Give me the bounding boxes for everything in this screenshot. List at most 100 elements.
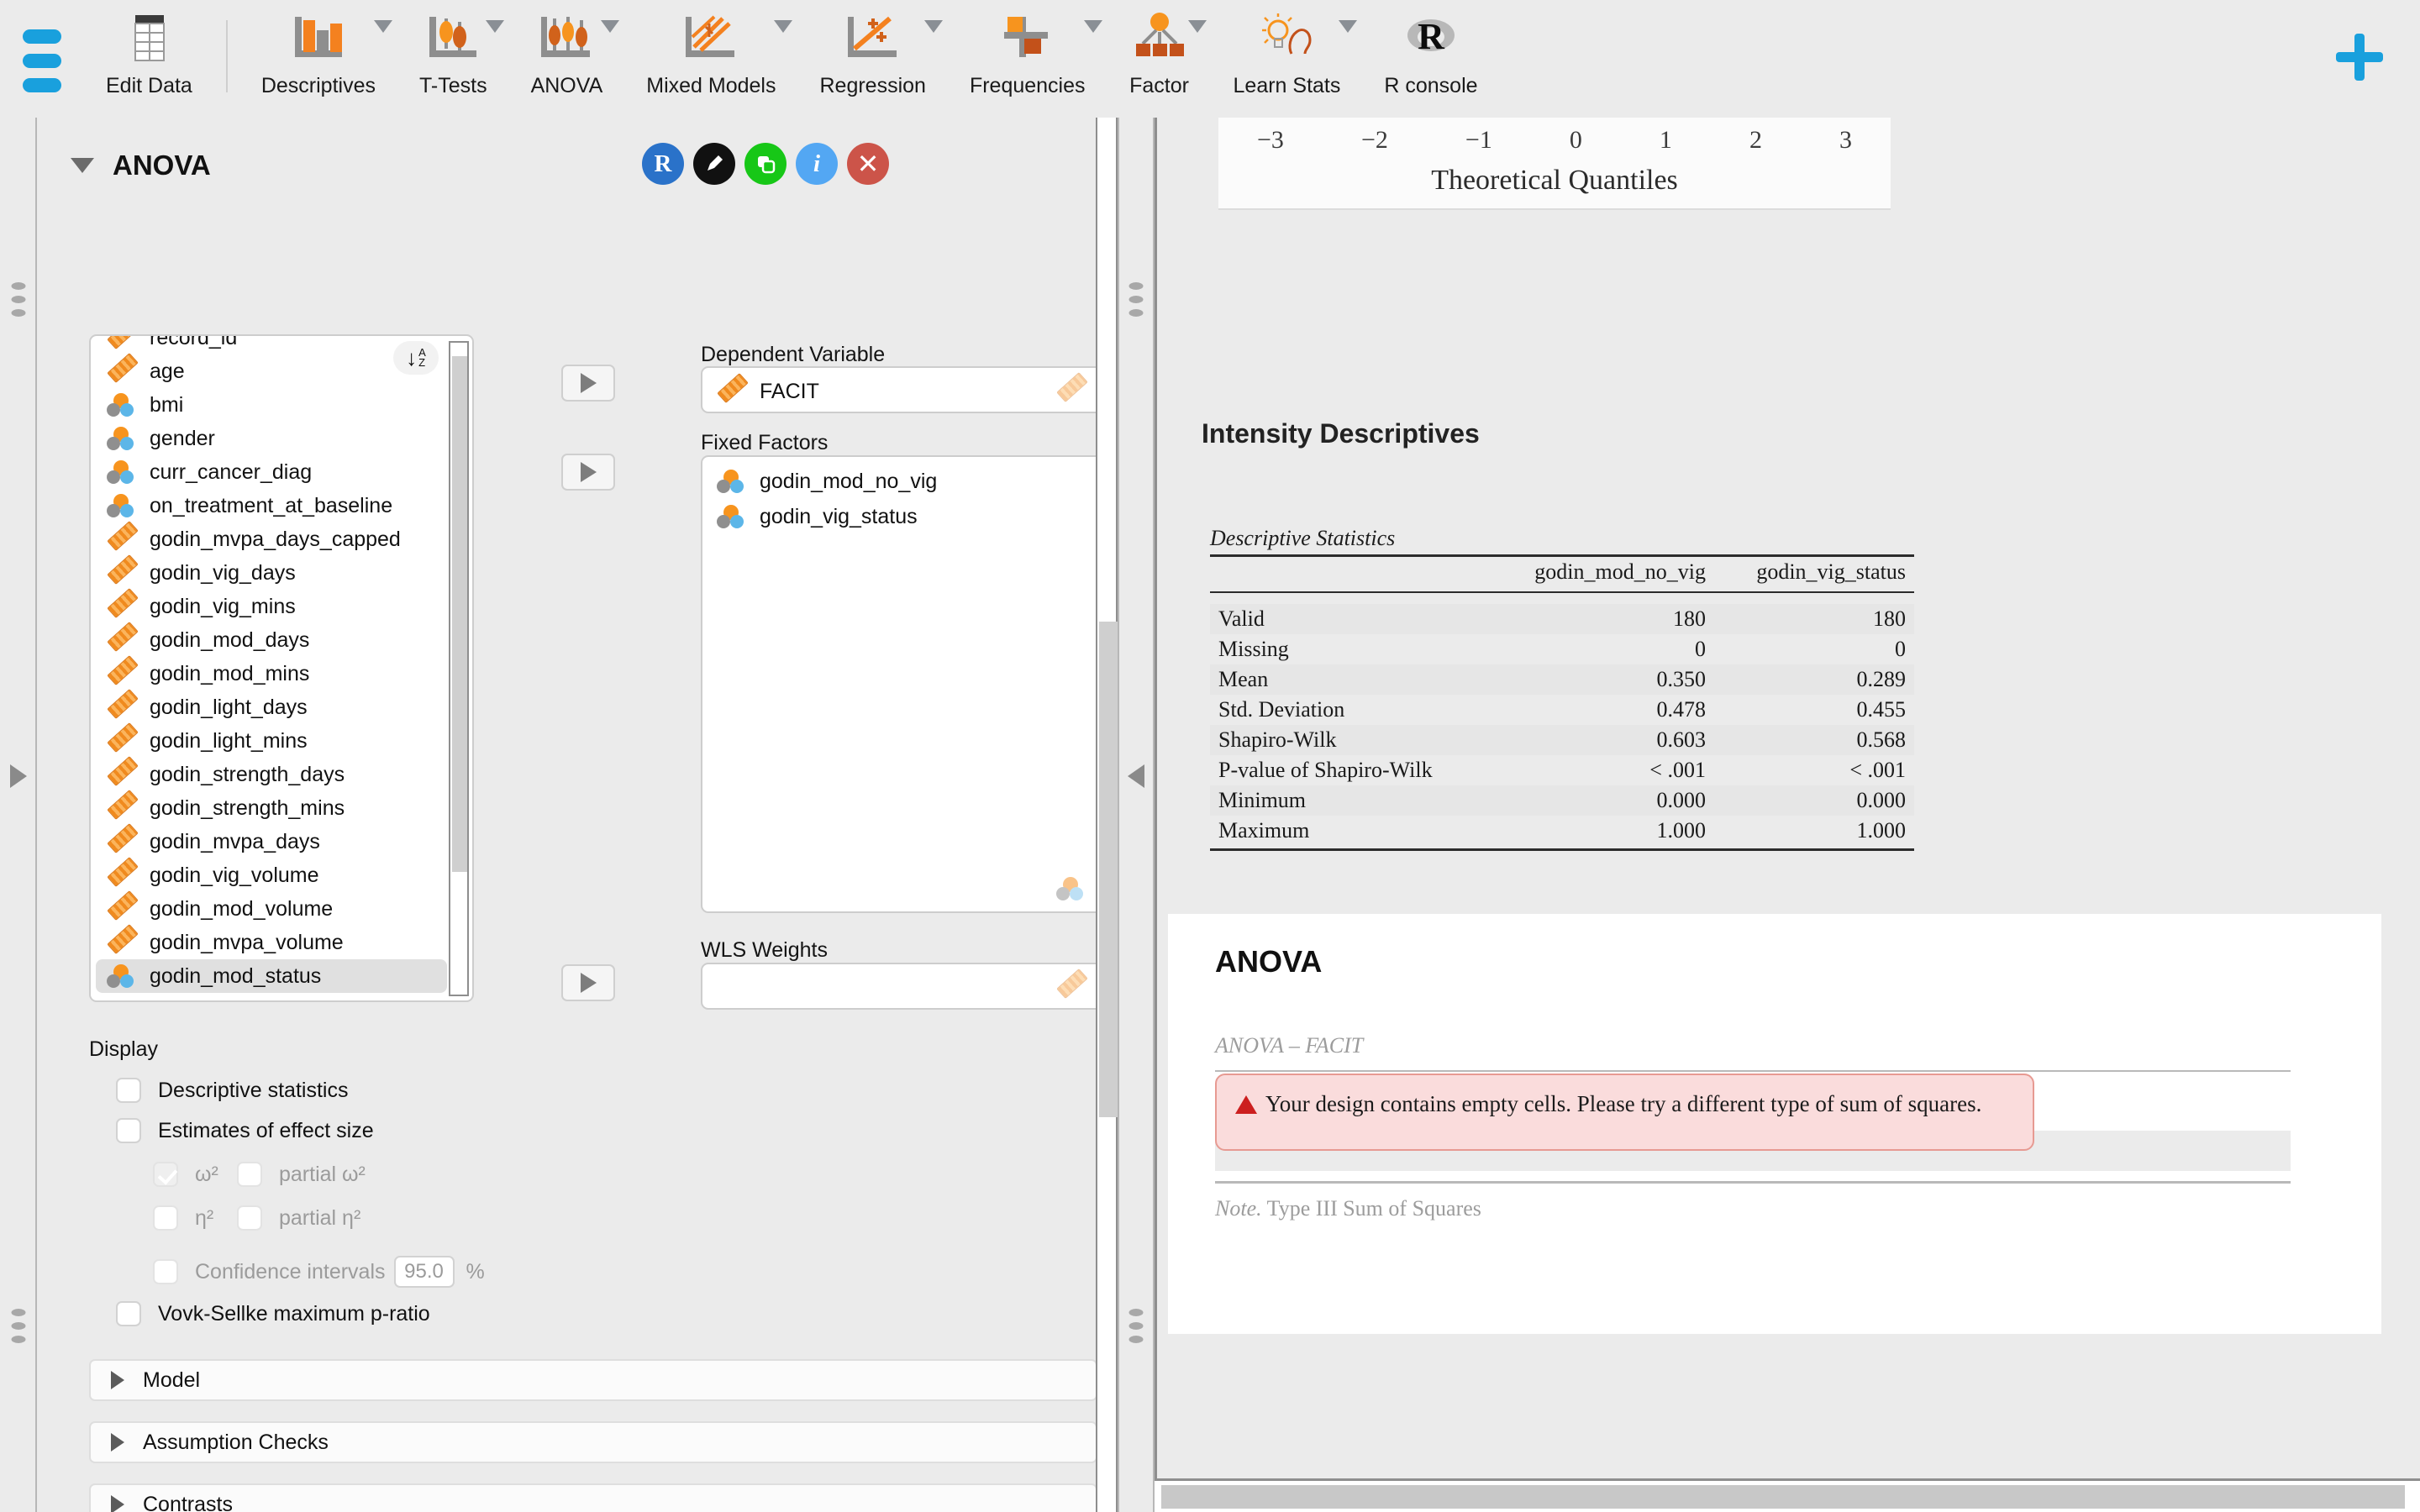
ribbon-item-mixed-models[interactable]: Mixed Models: [624, 0, 797, 118]
checkbox-box[interactable]: [153, 1259, 178, 1284]
ribbon-item-descriptives[interactable]: Descriptives: [239, 0, 397, 118]
scrollbar-thumb[interactable]: [1099, 622, 1118, 1117]
assign-dependent-variable-button[interactable]: [561, 365, 615, 402]
options-panel-scrollbar[interactable]: [1096, 118, 1118, 1512]
checkbox-box[interactable]: [116, 1301, 141, 1326]
chevron-down-icon[interactable]: [1187, 20, 1207, 33]
ribbon-item-edit-data[interactable]: Edit Data: [84, 0, 214, 118]
cell-value: 0.000: [1856, 788, 1907, 812]
checkbox-box[interactable]: [237, 1162, 262, 1187]
dependent-variable-dropzone[interactable]: FACIT: [701, 366, 1113, 413]
list-item[interactable]: on_treatment_at_baseline: [91, 489, 452, 522]
checkbox-box[interactable]: [237, 1205, 262, 1231]
column-header: godin_vig_status: [1756, 559, 1906, 584]
checkbox-box[interactable]: [116, 1118, 141, 1143]
section-contrasts[interactable]: Contrasts: [89, 1483, 1097, 1512]
chevron-down-icon[interactable]: [485, 20, 504, 33]
ribbon-item-regression[interactable]: Regression: [797, 0, 947, 118]
variable-label: curr_cancer_diag: [150, 459, 313, 484]
ribbon-item-factor[interactable]: Factor: [1107, 0, 1212, 118]
confidence-level-input[interactable]: 95.0: [393, 1256, 455, 1288]
list-item[interactable]: godin_vig_mins: [91, 590, 452, 623]
info-button[interactable]: i: [796, 143, 838, 185]
list-item[interactable]: bmi: [91, 388, 452, 422]
chevron-down-icon[interactable]: [1083, 20, 1102, 33]
checkbox-omega-squared[interactable]: ω²: [153, 1162, 218, 1187]
assigned-variable[interactable]: FACIT: [714, 379, 819, 404]
display-section-label: Display: [89, 1037, 158, 1061]
list-item[interactable]: godin_light_mins: [91, 724, 452, 758]
sort-variables-button[interactable]: ↓ A Z: [393, 341, 439, 375]
variable-label: godin_mod_volume: [150, 896, 334, 921]
chevron-down-icon[interactable]: [923, 20, 943, 33]
results-panel-splitter[interactable]: [1118, 118, 1155, 1512]
list-item[interactable]: godin_strength_days: [91, 758, 452, 791]
expand-right-icon[interactable]: [10, 764, 27, 788]
left-panel-splitter[interactable]: [0, 118, 37, 1512]
available-variables-list[interactable]: record_id age bmi gender curr_cancer_dia…: [89, 334, 474, 1002]
list-item[interactable]: godin_mod_volume: [91, 892, 452, 926]
collapse-triangle-icon[interactable]: [71, 158, 94, 173]
list-item[interactable]: godin_mod_days: [91, 623, 452, 657]
r-syntax-button[interactable]: R: [642, 143, 684, 185]
checkbox-confidence-intervals[interactable]: Confidence intervals 95.0 %: [153, 1256, 485, 1288]
checkbox-box[interactable]: [116, 1078, 141, 1103]
list-item[interactable]: godin_vig_volume: [91, 858, 452, 892]
duplicate-button[interactable]: [744, 143, 786, 185]
hamburger-menu-icon[interactable]: [0, 0, 84, 118]
chevron-down-icon[interactable]: [374, 20, 392, 33]
ribbon-label: ANOVA: [530, 74, 603, 97]
ribbon-item-frequencies[interactable]: Frequencies: [948, 0, 1107, 118]
spreadsheet-icon: [118, 12, 179, 66]
list-item[interactable]: godin_light_days: [91, 690, 452, 724]
list-item[interactable]: godin_vig_days: [91, 556, 452, 590]
checkbox-box[interactable]: [153, 1162, 178, 1187]
axis-tick: 3: [1839, 126, 1852, 154]
section-assumption-checks[interactable]: Assumption Checks: [89, 1421, 1097, 1463]
assigned-variable[interactable]: godin_vig_status: [714, 504, 918, 529]
arrow-right-icon: [580, 462, 597, 482]
assigned-variable[interactable]: godin_mod_no_vig: [714, 469, 937, 494]
checkbox-vovk-sellke[interactable]: Vovk-Sellke maximum p-ratio: [116, 1301, 430, 1326]
collapse-left-icon[interactable]: [1128, 764, 1144, 788]
ribbon-item-t-tests[interactable]: T-Tests: [397, 0, 509, 118]
assign-fixed-factors-button[interactable]: [561, 454, 615, 491]
add-module-icon[interactable]: [2336, 34, 2383, 81]
checkbox-estimates-effect-size[interactable]: Estimates of effect size: [116, 1118, 374, 1143]
list-item[interactable]: godin_mod_mins: [91, 657, 452, 690]
checkbox-partial-eta-squared[interactable]: partial η²: [237, 1205, 360, 1231]
list-item-selected[interactable]: godin_mod_status: [96, 959, 447, 993]
chevron-down-icon[interactable]: [1339, 20, 1358, 33]
checkbox-box[interactable]: [153, 1205, 178, 1231]
expand-triangle-icon: [111, 1371, 124, 1389]
cell-value: < .001: [1649, 758, 1706, 782]
checkbox-eta-squared[interactable]: η²: [153, 1205, 213, 1231]
variable-label: godin_mod_mins: [150, 661, 310, 685]
assign-wls-weights-button[interactable]: [561, 964, 615, 1001]
section-model[interactable]: Model: [89, 1359, 1097, 1401]
scrollbar-thumb[interactable]: [1161, 1485, 2405, 1509]
results-horizontal-scrollbar[interactable]: [1155, 1478, 2420, 1512]
list-item[interactable]: curr_cancer_diag: [91, 455, 452, 489]
checkbox-descriptive-statistics[interactable]: Descriptive statistics: [116, 1078, 348, 1103]
list-item[interactable]: godin_mvpa_volume: [91, 926, 452, 959]
scrollbar-thumb[interactable]: [452, 356, 467, 872]
ribbon-item-r-console[interactable]: R R console: [1362, 0, 1499, 118]
descriptives-table-caption: Descriptive Statistics: [1210, 526, 1396, 550]
svg-text:R: R: [1418, 16, 1445, 57]
chevron-down-icon[interactable]: [601, 20, 620, 33]
wls-weights-dropzone[interactable]: [701, 963, 1113, 1010]
list-item[interactable]: gender: [91, 422, 452, 455]
column-header: [1210, 556, 1488, 593]
chevron-down-icon[interactable]: [774, 20, 793, 33]
ribbon-item-learn-stats[interactable]: Learn Stats: [1212, 0, 1363, 118]
edit-title-button[interactable]: [693, 143, 735, 185]
list-item[interactable]: godin_mvpa_days: [91, 825, 452, 858]
close-button[interactable]: ✕: [847, 143, 889, 185]
checkbox-partial-omega-squared[interactable]: partial ω²: [237, 1162, 366, 1187]
fixed-factors-dropzone[interactable]: godin_mod_no_vig godin_vig_status: [701, 455, 1113, 913]
list-item[interactable]: godin_strength_mins: [91, 791, 452, 825]
list-item[interactable]: godin_mvpa_days_capped: [91, 522, 452, 556]
variable-list-scrollbar[interactable]: [449, 341, 469, 996]
ribbon-item-anova[interactable]: ANOVA: [509, 0, 625, 118]
